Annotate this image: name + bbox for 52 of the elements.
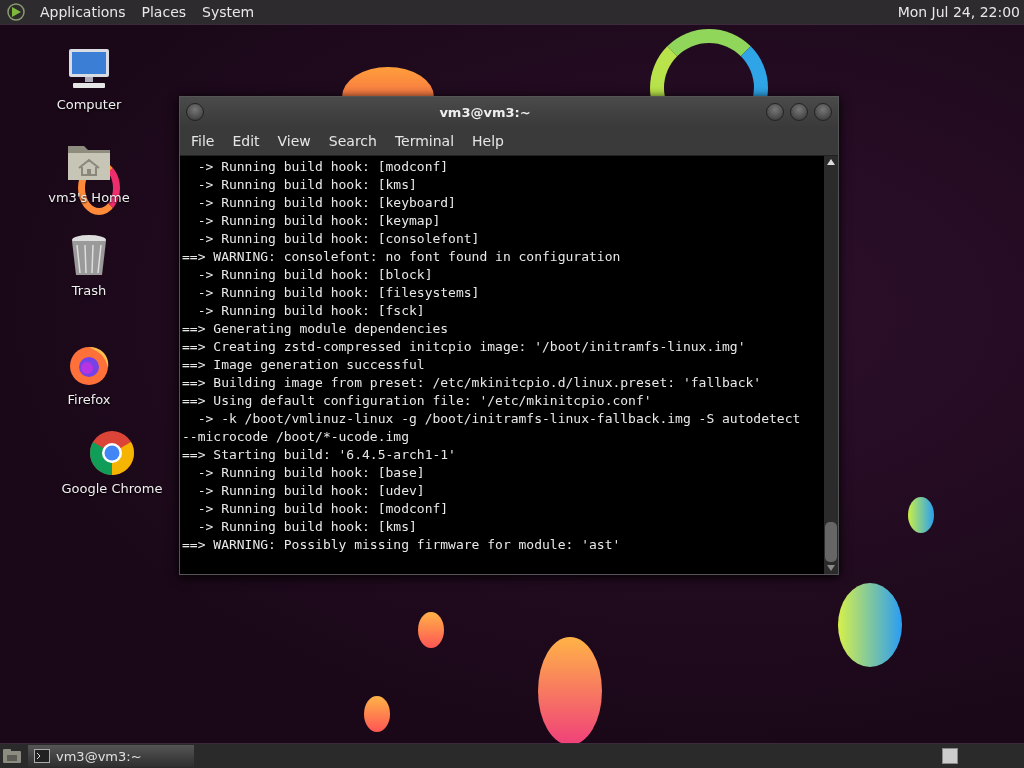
icon-label[interactable]: Computer [56,97,122,112]
terminal-line: --microcode /boot/*-ucode.img [182,428,410,446]
clock[interactable]: Mon Jul 24, 22:00 [897,4,1024,20]
wallpaper-shape [364,696,390,732]
panel-menu[interactable]: System [200,4,257,20]
terminal-line: ==> Starting build: '6.4.5-arch1-1' [182,446,457,464]
icon-label[interactable]: Trash [71,283,107,298]
icon-label[interactable]: Firefox [67,392,111,407]
scrollbar[interactable] [824,156,838,574]
terminal-line: -> Running build hook: [kms] [196,518,418,536]
terminal-line: ==> Generating module dependencies [182,320,450,338]
terminal-line: ==> Building image from preset: /etc/mkinitcpio.d/linux.preset: 'fallback' [182,374,763,392]
terminal-line: ==> WARNING: consolefont: no font found in configuration [182,248,622,266]
terminal-line: ==> Creating zstd-compressed initcpio image: '/boot/initramfs-linux.img' [182,338,747,356]
terminal-line: -> Running build hook: [keymap] [196,212,442,230]
terminal-line: ==> Using default configuration file: '/etc/mkinitcpio.conf' [182,392,653,410]
terminal-line: -> Running build hook: [fsck] [196,302,426,320]
terminal-line: -> Running build hook: [filesystems] [196,284,481,302]
menu-item[interactable]: View [268,133,320,149]
show-desktop-icon[interactable] [2,748,22,764]
terminal-icon [34,749,50,763]
terminal-line: -> Running build hook: [modconf] [196,158,450,176]
panel-menu[interactable]: Applications [38,4,128,20]
terminal-line: -> Running build hook: [keyboard] [196,194,457,212]
minimize-button[interactable] [766,103,784,121]
terminal-line: -> Running build hook: [block] [196,266,434,284]
wallpaper-shape [418,612,444,648]
menu-item[interactable]: Search [319,133,386,149]
menu-item[interactable]: File [182,133,224,149]
terminal-line: -> -k /boot/vmlinuz-linux -g /boot/initramfs-linux-fallback.img -S autodetect [196,410,802,428]
menu-item[interactable]: Edit [223,133,269,149]
window-menu-button[interactable] [186,103,204,121]
maximize-button[interactable] [790,103,808,121]
terminal-line: ==> WARNING: Possibly missing firmware for module: 'ast' [182,536,622,554]
workspace-switcher[interactable] [942,748,958,764]
browser-icon[interactable] [88,429,136,477]
terminal-line: -> Running build hook: [modconf] [196,500,450,518]
menu-item[interactable]: Terminal [385,133,464,149]
terminal-line: -> Running build hook: [consolefont] [196,230,481,248]
icon-label[interactable]: Google Chrome [61,481,163,496]
terminal-line: -> Running build hook: [udev] [196,482,426,500]
window-title: vm3@vm3:~ [438,104,532,120]
wallpaper-shape [908,497,934,533]
terminal-line: -> Running build hook: [base] [196,464,426,482]
panel-menu[interactable]: Places [139,4,189,20]
scroll-thumb[interactable] [825,522,837,562]
taskbar-button[interactable]: vm3@vm3:~ [28,745,194,767]
close-button[interactable] [814,103,832,121]
terminal-line: ==> Image generation successful [182,356,426,374]
distro-logo-icon[interactable] [6,2,26,22]
terminal-line: -> Running build hook: [kms] [196,176,418,194]
menu-item[interactable]: Help [463,133,513,149]
